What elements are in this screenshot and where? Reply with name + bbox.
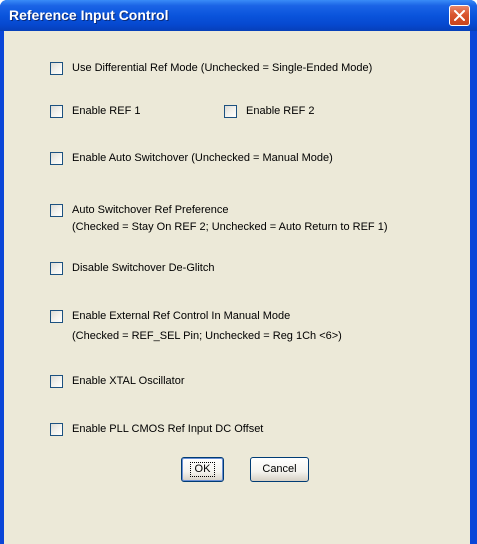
close-button[interactable] — [449, 5, 470, 26]
option-auto-switchover[interactable]: Enable Auto Switchover (Unchecked = Manu… — [50, 151, 333, 166]
label-pll-cmos-dc-offset: Enable PLL CMOS Ref Input DC Offset — [72, 423, 264, 435]
cancel-button-label: Cancel — [262, 463, 297, 475]
dialog-window: Reference Input Control Use Differential… — [0, 0, 477, 544]
option-pll-cmos-dc-offset[interactable]: Enable PLL CMOS Ref Input DC Offset — [50, 422, 263, 437]
cancel-button[interactable]: Cancel — [250, 457, 309, 482]
label-switchover-ref-preference: Auto Switchover Ref Preference — [72, 204, 229, 216]
dialog-body: Use Differential Ref Mode (Unchecked = S… — [4, 31, 470, 544]
option-enable-ref1[interactable]: Enable REF 1 — [50, 104, 140, 119]
checkbox-disable-deglitch[interactable] — [50, 262, 63, 275]
checkbox-differential-ref-mode[interactable] — [50, 62, 63, 75]
checkbox-external-ref-control[interactable] — [50, 310, 63, 323]
label-disable-deglitch: Disable Switchover De-Glitch — [72, 262, 215, 274]
option-differential-ref-mode[interactable]: Use Differential Ref Mode (Unchecked = S… — [50, 61, 372, 76]
ok-button-label: OK — [189, 462, 216, 477]
checkbox-auto-switchover[interactable] — [50, 152, 63, 165]
option-enable-ref2[interactable]: Enable REF 2 — [224, 104, 314, 119]
label-auto-switchover: Enable Auto Switchover (Unchecked = Manu… — [72, 152, 333, 164]
option-disable-deglitch[interactable]: Disable Switchover De-Glitch — [50, 261, 214, 276]
sublabel-external-ref-control: (Checked = REF_SEL Pin; Unchecked = Reg … — [72, 330, 342, 342]
ok-button[interactable]: OK — [181, 457, 224, 482]
option-xtal-oscillator[interactable]: Enable XTAL Oscillator — [50, 374, 185, 389]
close-icon — [454, 10, 465, 21]
checkbox-enable-ref1[interactable] — [50, 105, 63, 118]
label-enable-ref2: Enable REF 2 — [246, 105, 315, 117]
label-differential-ref-mode: Use Differential Ref Mode (Unchecked = S… — [72, 62, 373, 74]
checkbox-pll-cmos-dc-offset[interactable] — [50, 423, 63, 436]
sublabel-switchover-ref-preference: (Checked = Stay On REF 2; Unchecked = Au… — [72, 221, 388, 233]
checkbox-switchover-ref-preference[interactable] — [50, 204, 63, 217]
option-switchover-ref-preference[interactable]: Auto Switchover Ref Preference — [50, 203, 229, 218]
checkbox-enable-ref2[interactable] — [224, 105, 237, 118]
title-bar[interactable]: Reference Input Control — [0, 0, 477, 31]
label-external-ref-control: Enable External Ref Control In Manual Mo… — [72, 310, 291, 322]
option-external-ref-control[interactable]: Enable External Ref Control In Manual Mo… — [50, 309, 290, 324]
label-xtal-oscillator: Enable XTAL Oscillator — [72, 375, 185, 387]
label-enable-ref1: Enable REF 1 — [72, 105, 141, 117]
checkbox-xtal-oscillator[interactable] — [50, 375, 63, 388]
window-title: Reference Input Control — [9, 7, 169, 23]
